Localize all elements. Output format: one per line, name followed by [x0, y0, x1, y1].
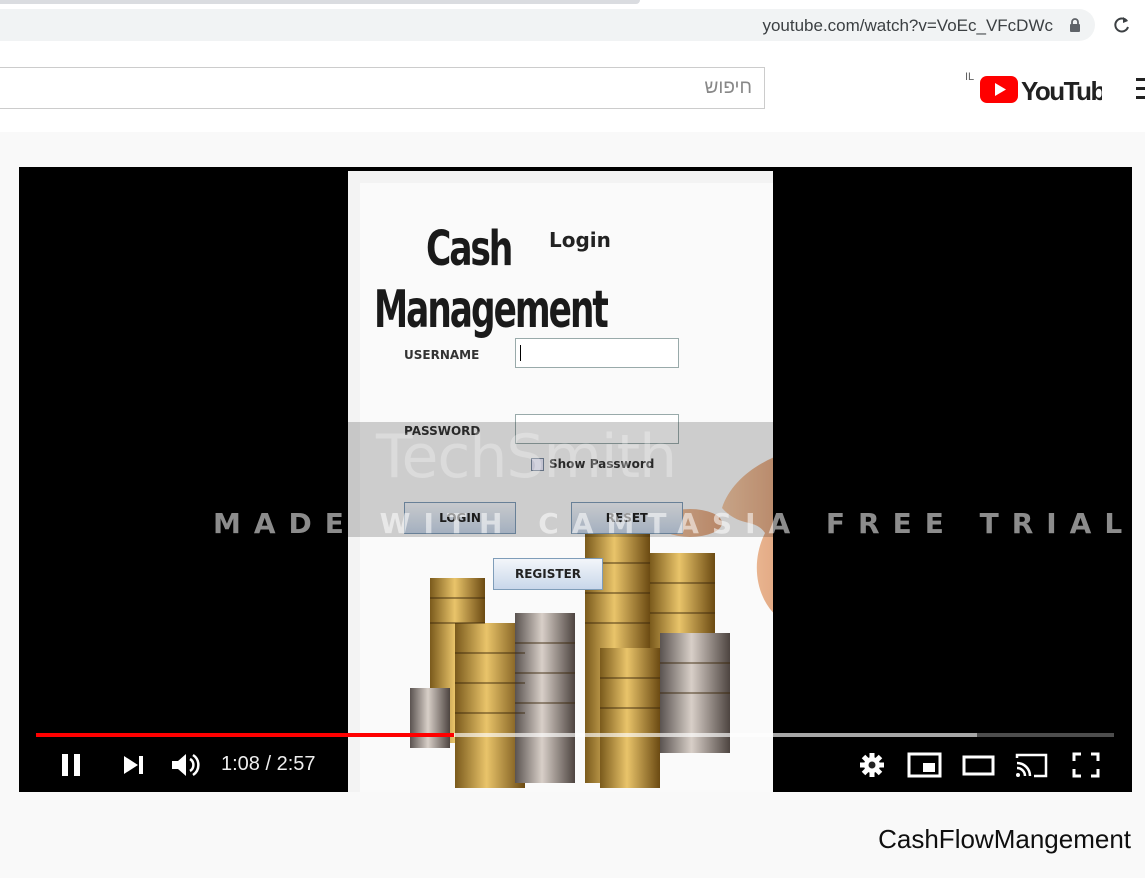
pause-icon[interactable] — [59, 750, 85, 780]
time-display: 1:08 / 2:57 — [221, 753, 316, 775]
volume-icon[interactable] — [169, 750, 203, 780]
youtube-logo[interactable]: YouTube — [980, 73, 1102, 107]
youtube-logo-text: YouTube — [1021, 76, 1102, 106]
settings-gear-icon[interactable] — [857, 750, 887, 780]
lock-icon[interactable] — [1068, 18, 1082, 32]
brand-management: Management — [374, 280, 609, 340]
next-icon[interactable] — [120, 750, 146, 780]
search-input[interactable]: חיפוש — [0, 67, 765, 109]
hamburger-menu-icon[interactable] — [1136, 78, 1145, 100]
address-bar-url[interactable]: youtube.com/watch?v=VoEc_VFcDWc — [762, 16, 1053, 36]
browser-tab[interactable] — [0, 0, 640, 4]
username-label: USERNAME — [404, 348, 480, 362]
video-player[interactable]: Cash Management Login USERNAME PASSWORD … — [19, 167, 1132, 792]
theater-mode-icon[interactable] — [961, 750, 997, 780]
fullscreen-icon[interactable] — [1070, 750, 1102, 780]
browser-toolbar: youtube.com/watch?v=VoEc_VFcDWc — [0, 0, 1145, 48]
country-code: IL — [965, 71, 975, 83]
register-button: REGISTER — [493, 558, 603, 590]
camtasia-watermark: MADE WITH CAMTASIA FREE TRIAL — [213, 507, 1132, 540]
search-placeholder: חיפוש — [704, 77, 752, 98]
miniplayer-icon[interactable] — [907, 750, 943, 780]
progress-played — [36, 733, 455, 737]
text-cursor — [520, 345, 521, 361]
login-title: Login — [549, 228, 611, 252]
brand-cash: Cash — [426, 221, 513, 277]
techsmith-watermark: TechSmith — [376, 422, 677, 492]
username-field — [515, 338, 679, 368]
video-title: CashFlowMangement — [878, 824, 1131, 854]
reload-icon[interactable] — [1112, 15, 1132, 35]
cast-icon[interactable] — [1014, 750, 1050, 780]
progress-bar[interactable] — [36, 733, 1114, 737]
